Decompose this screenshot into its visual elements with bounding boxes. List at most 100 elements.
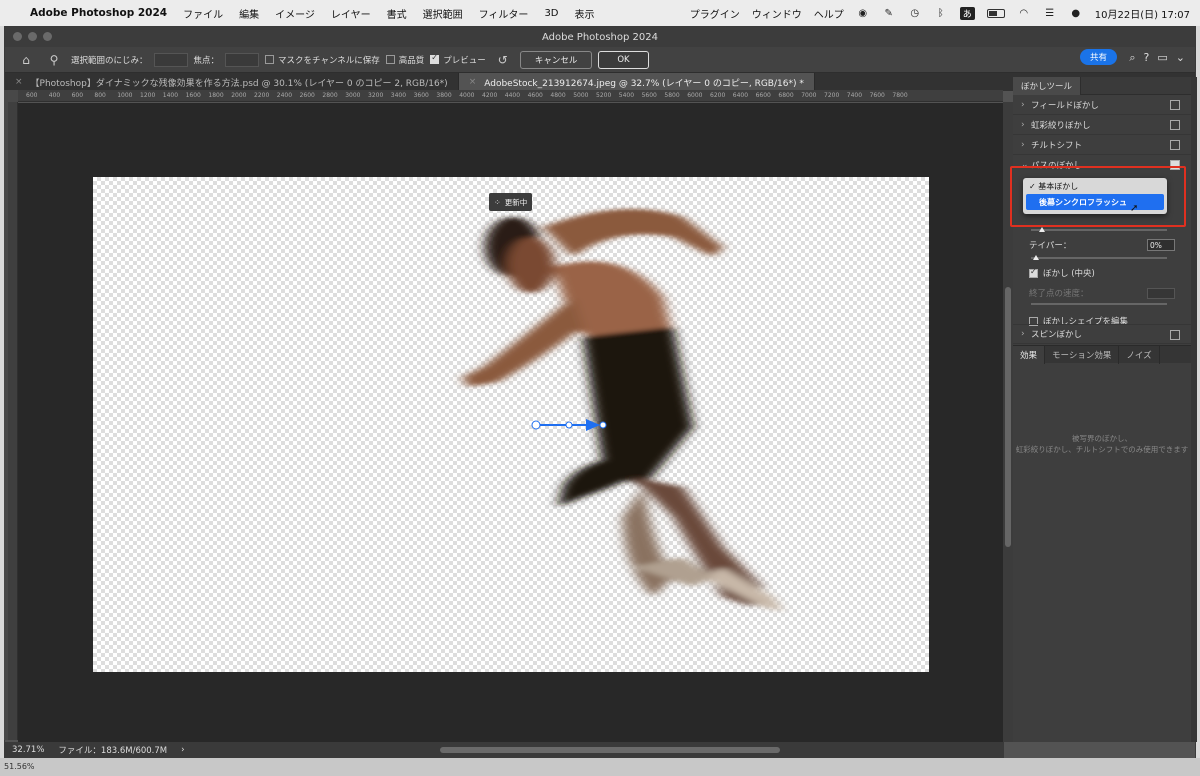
workspace-chevron-icon[interactable]: ⌄	[1176, 51, 1185, 65]
save-mask-checkbox[interactable]: マスクをチャンネルに保存	[265, 54, 380, 66]
speed-slider-knob[interactable]	[1039, 227, 1045, 232]
ruler-tick-label: 4200	[482, 92, 498, 99]
close-window-button[interactable]	[13, 32, 22, 41]
menu-image[interactable]: イメージ	[275, 6, 315, 21]
menu-window[interactable]: ウィンドウ	[752, 6, 802, 21]
save-mask-check[interactable]	[265, 54, 275, 64]
menu-edit[interactable]: 編集	[239, 6, 259, 21]
scroll-thumb[interactable]	[1005, 287, 1011, 547]
document-tab[interactable]: × 【Photoshop】ダイナミックな残像効果を作る方法.psd @ 30.1…	[5, 73, 459, 91]
center-blur-checkbox-row[interactable]: ぼかし (中央)	[1029, 267, 1095, 279]
preview-check[interactable]	[430, 53, 440, 64]
taper-row: テイパー： 0%	[1029, 239, 1175, 251]
focus-label: 焦点：	[193, 55, 220, 66]
chevron-right-icon[interactable]: ›	[1021, 100, 1031, 110]
ruler-tick-label: 3200	[368, 92, 384, 99]
end-speed-slider[interactable]	[1031, 303, 1167, 305]
panel-header: ぼかしツール	[1013, 76, 1191, 95]
time-machine-icon[interactable]: ◷	[908, 7, 922, 19]
ruler-tick-label: 1200	[140, 92, 156, 99]
menu-help[interactable]: ヘルプ	[814, 6, 844, 21]
field-blur-row[interactable]: › フィールドぼかし	[1013, 95, 1191, 115]
taper-slider-knob[interactable]	[1033, 255, 1039, 260]
search-icon[interactable]: ⌕	[1129, 51, 1135, 65]
close-tab-icon[interactable]: ×	[15, 77, 23, 87]
reset-icon[interactable]: ↺	[492, 50, 514, 70]
zoom-level[interactable]: 32.71%	[12, 745, 44, 755]
ruler-tick-label: 5000	[573, 92, 589, 99]
chevron-right-icon[interactable]: ›	[1021, 120, 1031, 130]
chevron-right-icon[interactable]: ›	[1021, 140, 1031, 150]
canvas-area[interactable]: ⁘ 更新中	[18, 103, 1003, 742]
ruler-tick-label: 6400	[732, 92, 749, 99]
menu-3d[interactable]: 3D	[544, 8, 558, 19]
high-quality-checkbox[interactable]: 高品質	[385, 54, 424, 66]
document-tab-active[interactable]: × AdobeStock_213912674.jpeg @ 32.7% (レイヤ…	[458, 73, 815, 91]
tab-effects[interactable]: 効果	[1013, 346, 1046, 364]
ruler-tick-label: 6000	[687, 92, 703, 99]
ruler-tick-label: 7800	[892, 92, 908, 99]
menu-filter[interactable]: フィルター	[479, 6, 529, 21]
panel-scrollbar[interactable]	[1191, 77, 1197, 742]
tilt-shift-row[interactable]: › チルトシフト	[1013, 135, 1191, 155]
control-center-icon[interactable]: ☰	[1043, 7, 1057, 19]
tab-motion-effects[interactable]: モーション効果	[1045, 346, 1120, 364]
pin-tool-icon[interactable]: ⚲	[43, 50, 65, 70]
blur-tools-panel: ぼかしツール › フィールドぼかし › 虹彩絞りぼかし › チルトシフト ⌄ パ…	[1010, 76, 1191, 742]
menu-plugins[interactable]: プラグイン	[690, 6, 740, 21]
bottom-zoom-level: 51.56%	[4, 762, 35, 771]
creative-cloud-icon[interactable]: ◉	[856, 7, 870, 19]
window-titlebar: Adobe Photoshop 2024	[5, 27, 1195, 47]
cancel-button[interactable]: キャンセル	[519, 50, 593, 69]
share-button[interactable]: 共有	[1079, 49, 1117, 65]
home-icon[interactable]: ⌂	[15, 50, 37, 70]
panel-tab-blur-tools[interactable]: ぼかしツール	[1013, 76, 1082, 95]
menu-layer[interactable]: レイヤー	[331, 6, 371, 21]
tilt-shift-checkbox[interactable]	[1170, 140, 1180, 150]
ruler-tick-label: 5400	[618, 92, 635, 99]
workspace-icon[interactable]: ▭	[1157, 51, 1167, 65]
help-icon[interactable]: ?	[1144, 51, 1150, 65]
taper-value-field[interactable]: 0%	[1147, 239, 1175, 251]
preview-checkbox[interactable]: プレビュー	[430, 53, 486, 66]
menu-view[interactable]: 表示	[575, 6, 595, 21]
feather-field[interactable]	[153, 52, 188, 67]
center-blur-checkbox[interactable]	[1029, 267, 1038, 278]
horizontal-scroll-thumb[interactable]	[440, 747, 780, 753]
field-blur-checkbox[interactable]	[1170, 100, 1180, 110]
menu-type[interactable]: 書式	[387, 6, 407, 21]
pin-icon[interactable]: ✎	[882, 7, 896, 19]
feather-label: 選択範囲のにじみ：	[71, 55, 148, 66]
ime-indicator[interactable]: あ	[959, 6, 975, 20]
bluetooth-icon[interactable]: ᛒ	[934, 7, 948, 19]
menubar-app-name[interactable]: Adobe Photoshop 2024	[30, 7, 167, 19]
speed-slider[interactable]	[1031, 227, 1167, 232]
tab-noise[interactable]: ノイズ	[1119, 346, 1160, 364]
chevron-right-icon[interactable]: ›	[1021, 329, 1031, 339]
iris-blur-checkbox[interactable]	[1170, 120, 1180, 130]
close-tab-icon[interactable]: ×	[469, 77, 477, 87]
ruler-tick-label: 3000	[345, 92, 361, 99]
ok-button[interactable]: OK	[598, 50, 649, 69]
minimize-window-button[interactable]	[28, 32, 37, 41]
ruler-tick-label: 400	[48, 92, 61, 99]
iris-blur-row[interactable]: › 虹彩絞りぼかし	[1013, 115, 1191, 135]
siri-icon[interactable]: ●	[1069, 7, 1083, 19]
spin-blur-row[interactable]: › スピンぼかし	[1013, 324, 1191, 344]
taper-slider[interactable]	[1031, 255, 1167, 260]
end-speed-field[interactable]	[1147, 288, 1175, 299]
spinner-icon: ⁘	[494, 197, 501, 207]
artboard[interactable]: ⁘ 更新中	[93, 177, 929, 672]
zoom-window-button[interactable]	[43, 32, 52, 41]
high-quality-check[interactable]	[385, 54, 395, 64]
wifi-icon[interactable]: ◠	[1017, 7, 1031, 19]
menubar-datetime[interactable]: 10月22日(日) 17:07	[1095, 6, 1190, 21]
status-arrow-icon[interactable]: ›	[181, 745, 184, 755]
spin-blur-checkbox[interactable]	[1170, 330, 1180, 340]
center-blur-label: ぼかし (中央)	[1043, 269, 1095, 279]
battery-icon[interactable]	[986, 8, 1005, 18]
menu-file[interactable]: ファイル	[183, 6, 223, 21]
menu-select[interactable]: 選択範囲	[423, 6, 463, 21]
ruler-tick-label: 1800	[208, 92, 224, 99]
focus-field[interactable]	[225, 52, 260, 67]
